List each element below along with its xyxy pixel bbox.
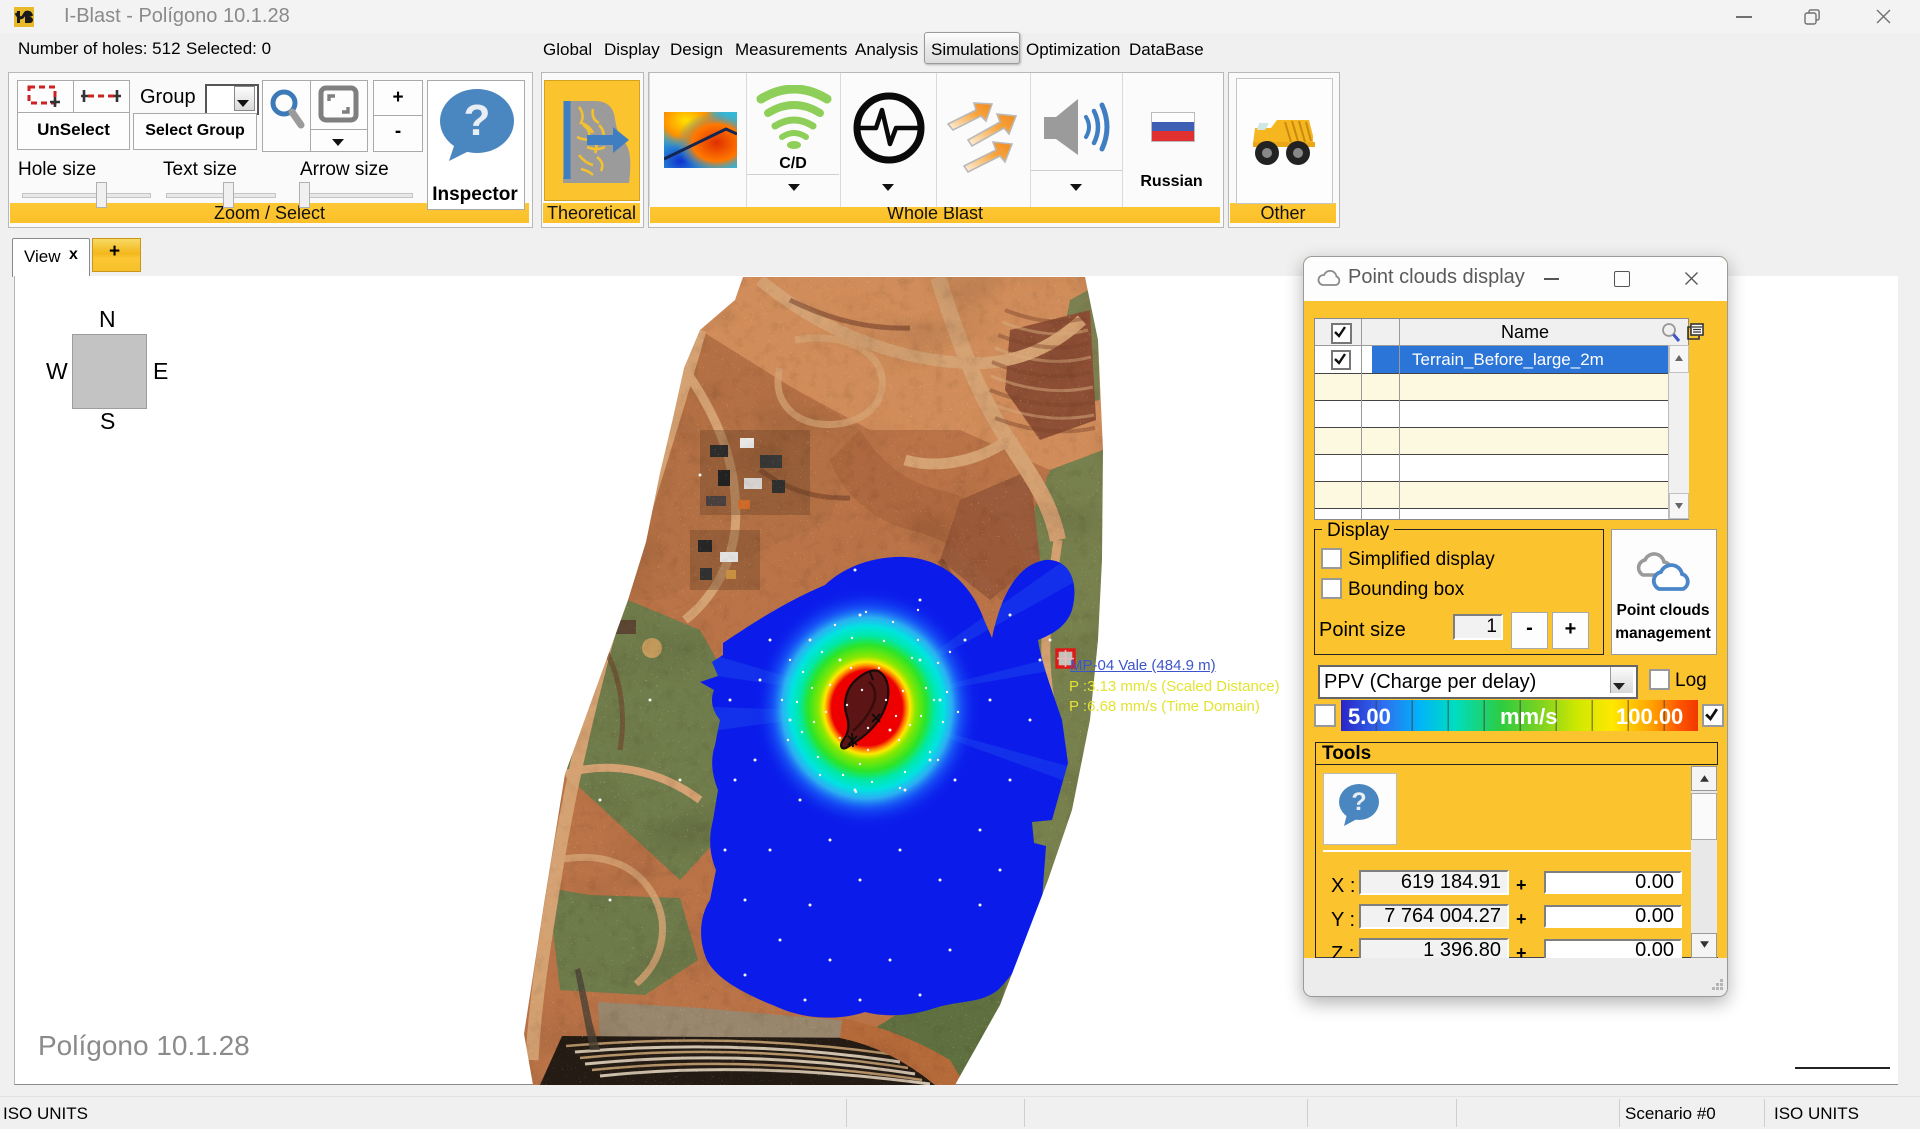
svg-text:?: ? <box>1351 788 1366 816</box>
svg-text:?: ? <box>464 96 491 145</box>
